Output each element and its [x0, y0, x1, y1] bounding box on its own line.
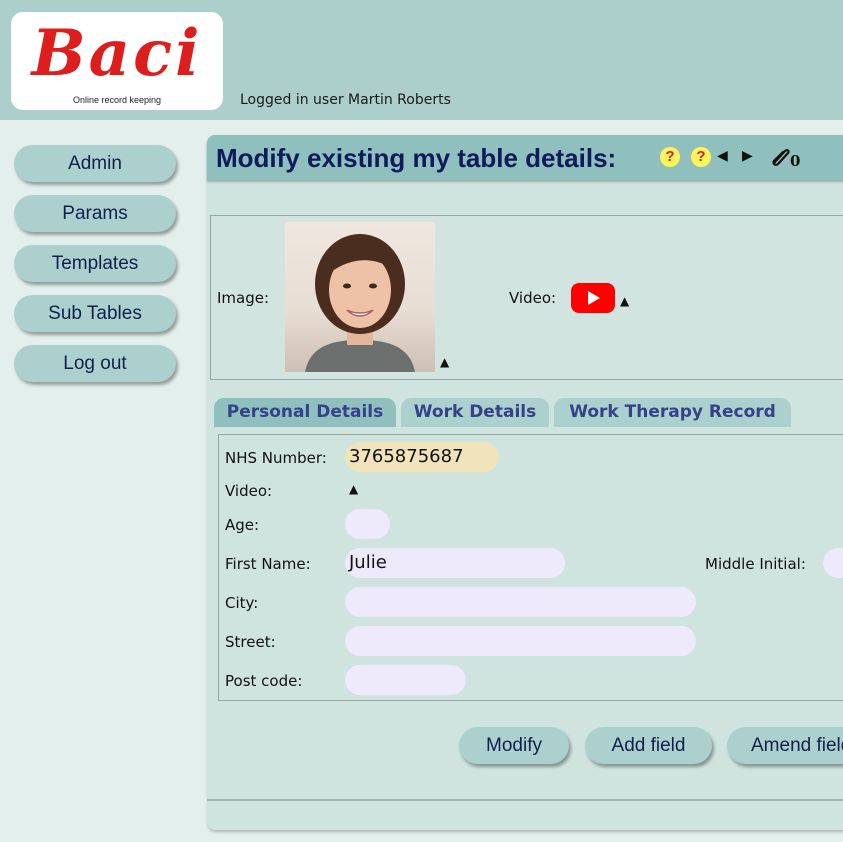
title-bar: Modify existing my table details: ? ? ◀ … [207, 135, 843, 180]
upload-video-field-icon[interactable]: ▲ [349, 482, 358, 496]
add-field-button[interactable]: Add field [585, 727, 712, 764]
middle-initial-field[interactable] [823, 548, 843, 578]
age-field[interactable] [345, 509, 390, 539]
profile-photo[interactable] [285, 222, 435, 372]
logo: Baci Online record keeping [11, 12, 223, 110]
image-label: Image: [217, 289, 270, 307]
logo-tagline: Online record keeping [72, 95, 162, 105]
street-label: Street: [225, 633, 276, 651]
first-name-field[interactable]: Julie [345, 548, 565, 578]
video-label: Video: [509, 289, 557, 307]
city-field[interactable] [345, 587, 696, 617]
help-icon[interactable]: ? [660, 147, 680, 167]
nav-params-button[interactable]: Params [14, 195, 176, 232]
nhs-number-label: NHS Number: [225, 449, 327, 467]
modify-button[interactable]: Modify [459, 727, 569, 764]
next-arrow-icon[interactable]: ▶ [742, 148, 753, 164]
tab-work-details[interactable]: Work Details [401, 398, 549, 427]
logo-wordmark: Baci [31, 16, 203, 91]
first-name-label: First Name: [225, 555, 311, 573]
city-label: City: [225, 594, 259, 612]
upload-video-icon[interactable]: ▲ [620, 294, 629, 308]
paperclip-icon[interactable] [768, 145, 792, 167]
post-code-label: Post code: [225, 672, 303, 690]
tab-personal-details[interactable]: Personal Details [214, 398, 396, 427]
nhs-number-field[interactable]: 3765875687 [345, 442, 499, 472]
logged-in-user: Logged in user Martin Roberts [240, 92, 451, 108]
main-panel: Modify existing my table details: ? ? ◀ … [207, 135, 843, 830]
help-icon-secondary[interactable]: ? [691, 147, 711, 167]
amend-field-button[interactable]: Amend field [727, 727, 843, 764]
divider [207, 799, 843, 801]
nav-templates-button[interactable]: Templates [14, 245, 176, 282]
prev-arrow-icon[interactable]: ◀ [717, 148, 728, 164]
youtube-icon[interactable] [571, 283, 615, 313]
header: Baci Online record keeping Logged in use… [0, 0, 843, 120]
page-title: Modify existing my table details: [216, 143, 617, 173]
attachment-count: 0 [790, 152, 801, 170]
nav-admin-button[interactable]: Admin [14, 145, 176, 182]
nav-log-out-button[interactable]: Log out [14, 345, 176, 382]
person-portrait-image [305, 234, 415, 372]
post-code-field[interactable] [345, 665, 466, 695]
middle-initial-label: Middle Initial: [705, 555, 806, 573]
upload-image-icon[interactable]: ▲ [440, 355, 449, 369]
street-field[interactable] [345, 626, 696, 656]
nav-sub-tables-button[interactable]: Sub Tables [14, 295, 176, 332]
video-field-label: Video: [225, 482, 273, 500]
age-label: Age: [225, 516, 260, 534]
tab-work-therapy-record[interactable]: Work Therapy Record [554, 398, 791, 427]
media-section: Image: ▲ Video: ▲ [210, 215, 843, 380]
personal-details-form: NHS Number: 3765875687 Video: ▲ Age: Fir… [218, 434, 843, 701]
